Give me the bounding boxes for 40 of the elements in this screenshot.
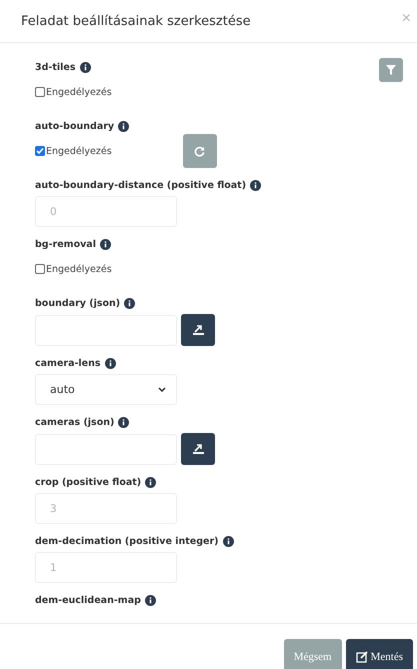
- field-label: camera-lens: [35, 358, 101, 368]
- checkmark-icon: [36, 147, 44, 155]
- field-label: dem-euclidean-map: [35, 594, 141, 606]
- enable-checkbox[interactable]: Engedélyezés: [35, 86, 112, 98]
- info-icon: [144, 594, 156, 606]
- upload-button[interactable]: [181, 314, 215, 346]
- info-icon: [250, 180, 262, 190]
- info-icon: [124, 298, 136, 308]
- filter-button[interactable]: [379, 58, 403, 82]
- info-icon: [222, 536, 234, 546]
- field-label: auto-boundary-distance (positive float): [35, 180, 246, 190]
- field-label: 3d-tiles: [35, 62, 76, 72]
- field-label: cameras (json): [35, 416, 114, 428]
- field-label: boundary (json): [35, 298, 120, 308]
- upload-icon: [192, 325, 204, 335]
- info-icon: [145, 476, 156, 488]
- field-label: bg-removal: [35, 238, 96, 250]
- chevron-down-icon: [158, 387, 166, 392]
- upload-button[interactable]: [181, 433, 215, 465]
- refresh-button[interactable]: [182, 134, 217, 168]
- info-icon: [104, 358, 116, 368]
- select-field[interactable]: auto: [35, 374, 177, 405]
- input-field[interactable]: 0: [35, 196, 177, 227]
- field-label: crop (positive float): [35, 476, 142, 488]
- dialog-title: Feladat beállításainak szerkesztése: [21, 14, 251, 28]
- info-icon: [80, 62, 91, 72]
- field-label: dem-decimation (positive integer): [35, 536, 219, 546]
- info-icon: [118, 120, 130, 132]
- save-button[interactable]: Mentés: [346, 639, 413, 669]
- upload-icon: [192, 444, 204, 454]
- enable-checkbox[interactable]: Engedélyezés: [35, 264, 112, 274]
- edit-icon: [356, 650, 368, 662]
- refresh-icon: [194, 146, 206, 156]
- info-icon: [100, 238, 111, 250]
- enable-checkbox[interactable]: Engedélyezés: [35, 146, 112, 156]
- info-icon: [118, 416, 130, 428]
- input-field[interactable]: 1: [35, 552, 177, 583]
- input-field[interactable]: 3: [35, 493, 177, 524]
- field-label: auto-boundary: [35, 120, 114, 132]
- filter-icon: [386, 65, 396, 75]
